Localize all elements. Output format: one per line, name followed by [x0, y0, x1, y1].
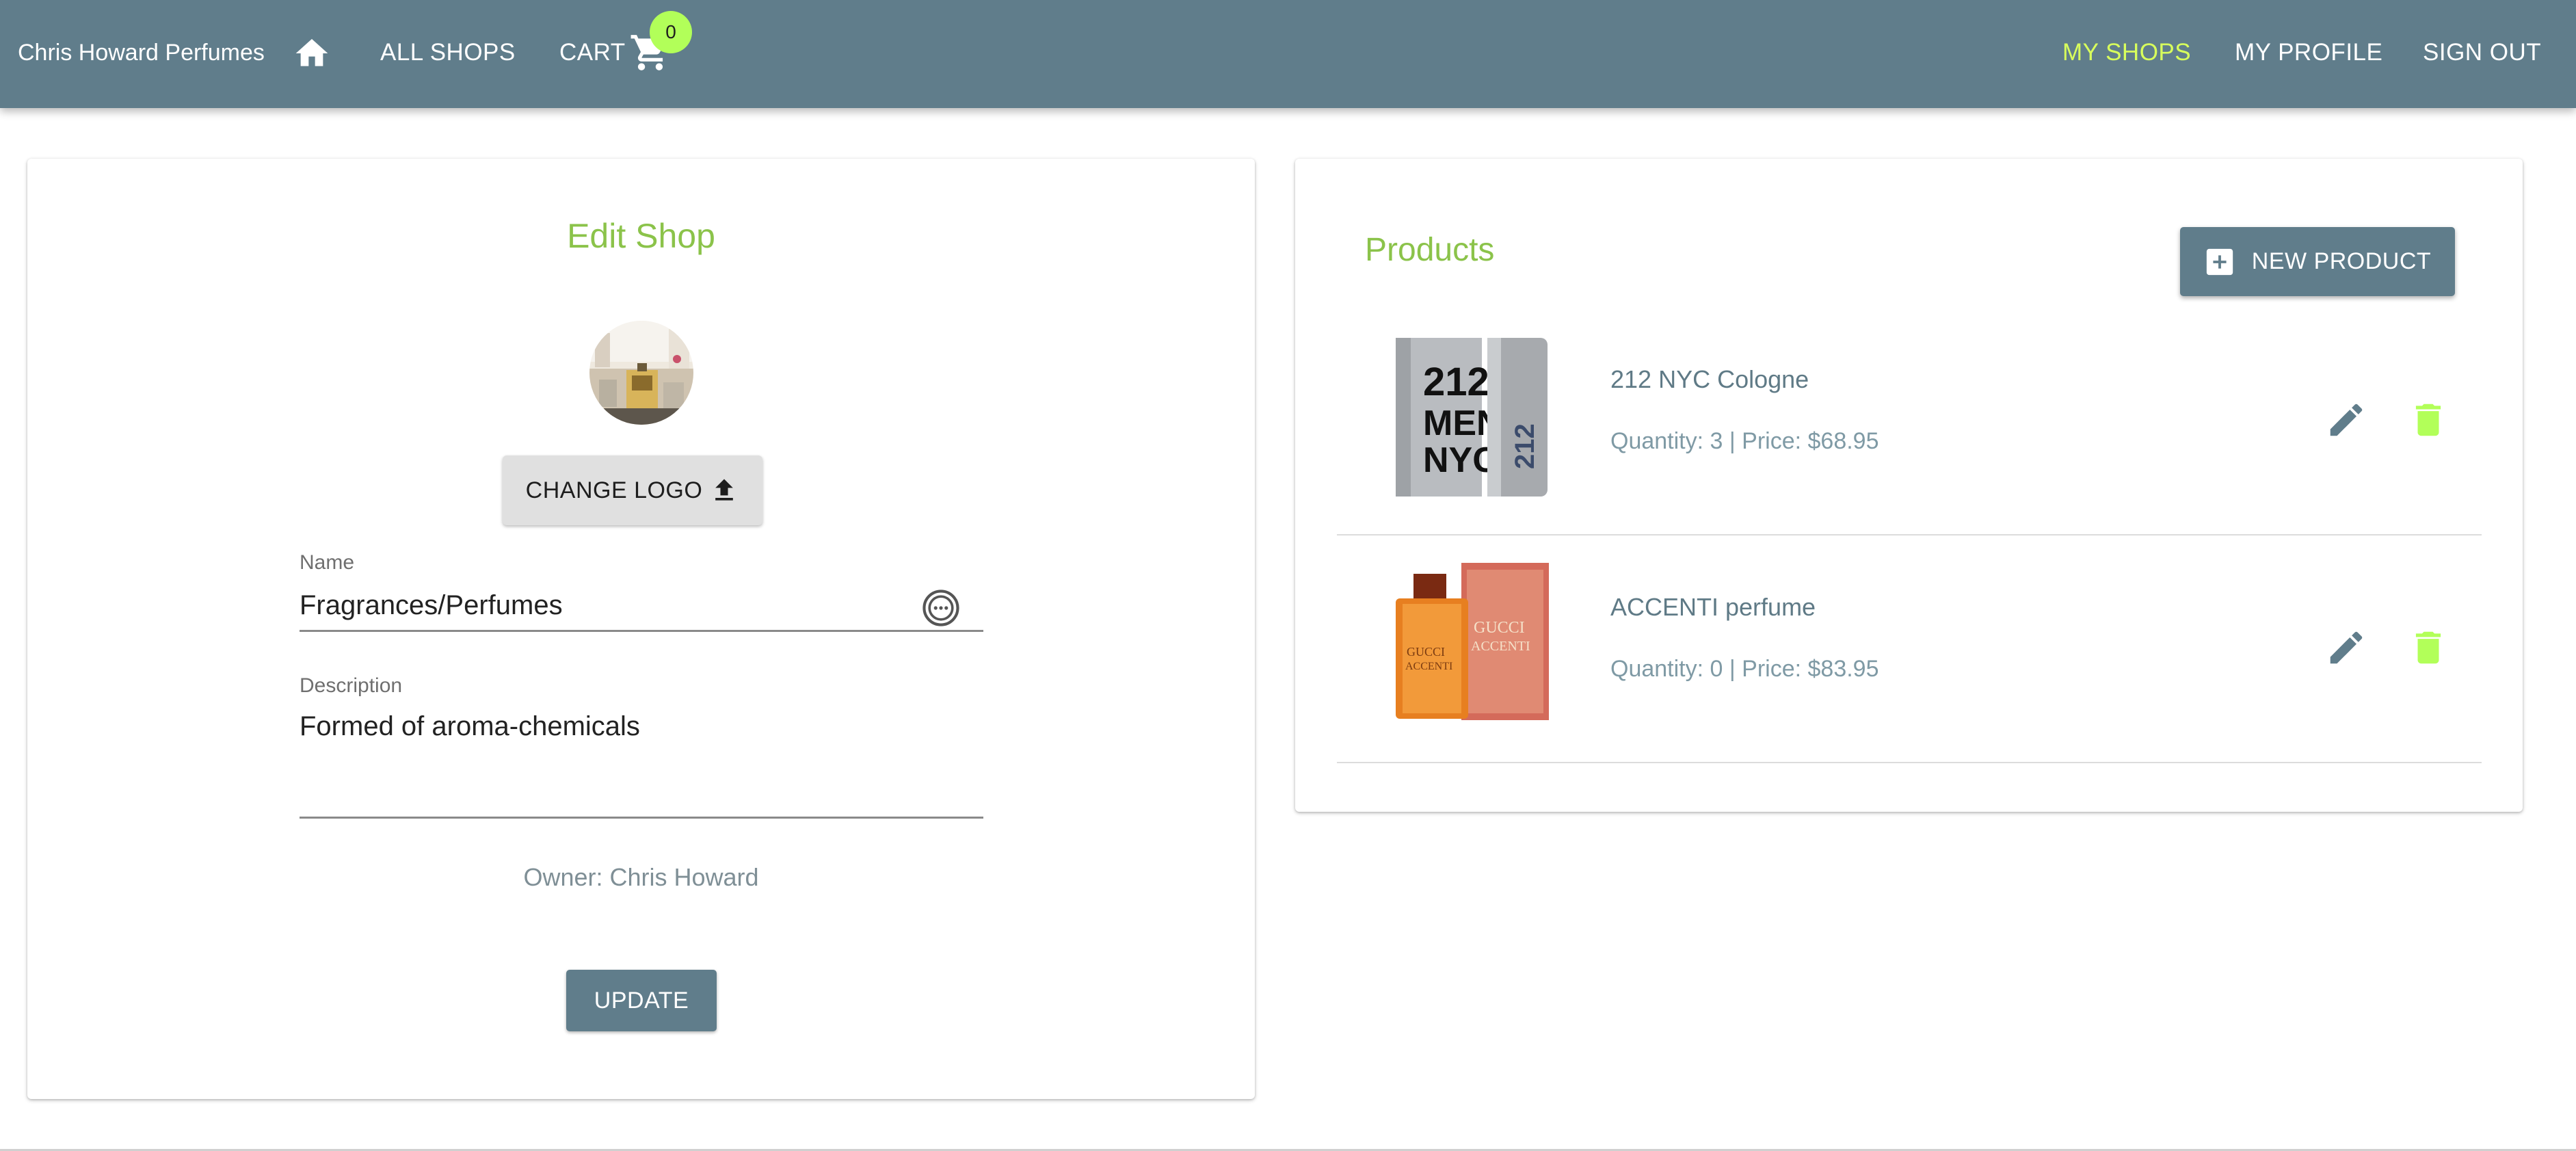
change-logo-label: CHANGE LOGO	[525, 477, 703, 503]
name-input-underline	[300, 630, 983, 632]
shop-logo-image	[589, 321, 693, 425]
products-title: Products	[1365, 232, 1495, 268]
edit-shop-title: Edit Shop	[567, 217, 715, 255]
product-quantity-price: Quantity: 3 | Price: $68.95	[1610, 428, 1879, 454]
nav-all-shops[interactable]: ALL SHOPS	[380, 36, 516, 70]
more-options-icon[interactable]	[920, 587, 962, 629]
svg-text:212: 212	[1423, 360, 1489, 404]
new-product-button[interactable]: NEW PRODUCT	[2180, 227, 2455, 296]
cart-count-badge: 0	[650, 11, 692, 53]
change-logo-button[interactable]: CHANGE LOGO	[503, 455, 762, 525]
product-quantity-price: Quantity: 0 | Price: $83.95	[1610, 656, 1879, 682]
description-field-label: Description	[300, 674, 403, 697]
nav-my-profile[interactable]: MY PROFILE	[2235, 36, 2382, 70]
edit-icon[interactable]	[2325, 626, 2367, 669]
product-list-item[interactable]: GUCCI ACCENTI GUCCI ACCENTI ACCENTI perf…	[1337, 535, 2482, 763]
shop-logo-avatar	[589, 321, 693, 425]
svg-text:GUCCI: GUCCI	[1407, 645, 1445, 659]
svg-text:ACCENTI: ACCENTI	[1405, 661, 1452, 672]
nav-cart[interactable]: CART	[559, 36, 626, 70]
delete-icon[interactable]	[2407, 626, 2449, 669]
app-bar: Chris Howard Perfumes ALL SHOPS CART 0 M…	[0, 0, 2576, 108]
add-box-icon	[2206, 248, 2233, 275]
new-product-label: NEW PRODUCT	[2251, 248, 2432, 274]
brand-title[interactable]: Chris Howard Perfumes	[18, 36, 265, 70]
home-icon[interactable]	[293, 34, 331, 72]
edit-icon[interactable]	[2325, 399, 2367, 441]
update-button[interactable]: UPDATE	[566, 970, 717, 1031]
product-image-212-nyc: 212 MEN NYC 212	[1393, 332, 1550, 497]
product-list-item[interactable]: 212 MEN NYC 212 212 NYC Cologne Quantity…	[1337, 308, 2482, 535]
svg-text:ACCENTI: ACCENTI	[1471, 639, 1530, 654]
description-input[interactable]: Formed of aroma-chemicals	[300, 711, 915, 742]
name-field-label: Name	[300, 551, 355, 574]
upload-icon	[715, 479, 734, 501]
owner-text: Owner: Chris Howard	[523, 863, 759, 891]
nav-sign-out[interactable]: SIGN OUT	[2423, 36, 2541, 70]
delete-icon[interactable]	[2407, 399, 2449, 441]
product-image-accenti: GUCCI ACCENTI GUCCI ACCENTI	[1393, 560, 1550, 724]
description-input-underline	[300, 817, 983, 819]
product-name: 212 NYC Cologne	[1610, 365, 1809, 393]
nav-my-shops[interactable]: MY SHOPS	[2062, 36, 2191, 70]
svg-text:212: 212	[1510, 423, 1540, 469]
svg-text:NYC: NYC	[1423, 440, 1498, 480]
name-input[interactable]	[300, 587, 915, 624]
edit-shop-card	[27, 159, 1255, 1099]
svg-text:GUCCI: GUCCI	[1474, 619, 1525, 637]
product-name: ACCENTI perfume	[1610, 593, 1816, 621]
